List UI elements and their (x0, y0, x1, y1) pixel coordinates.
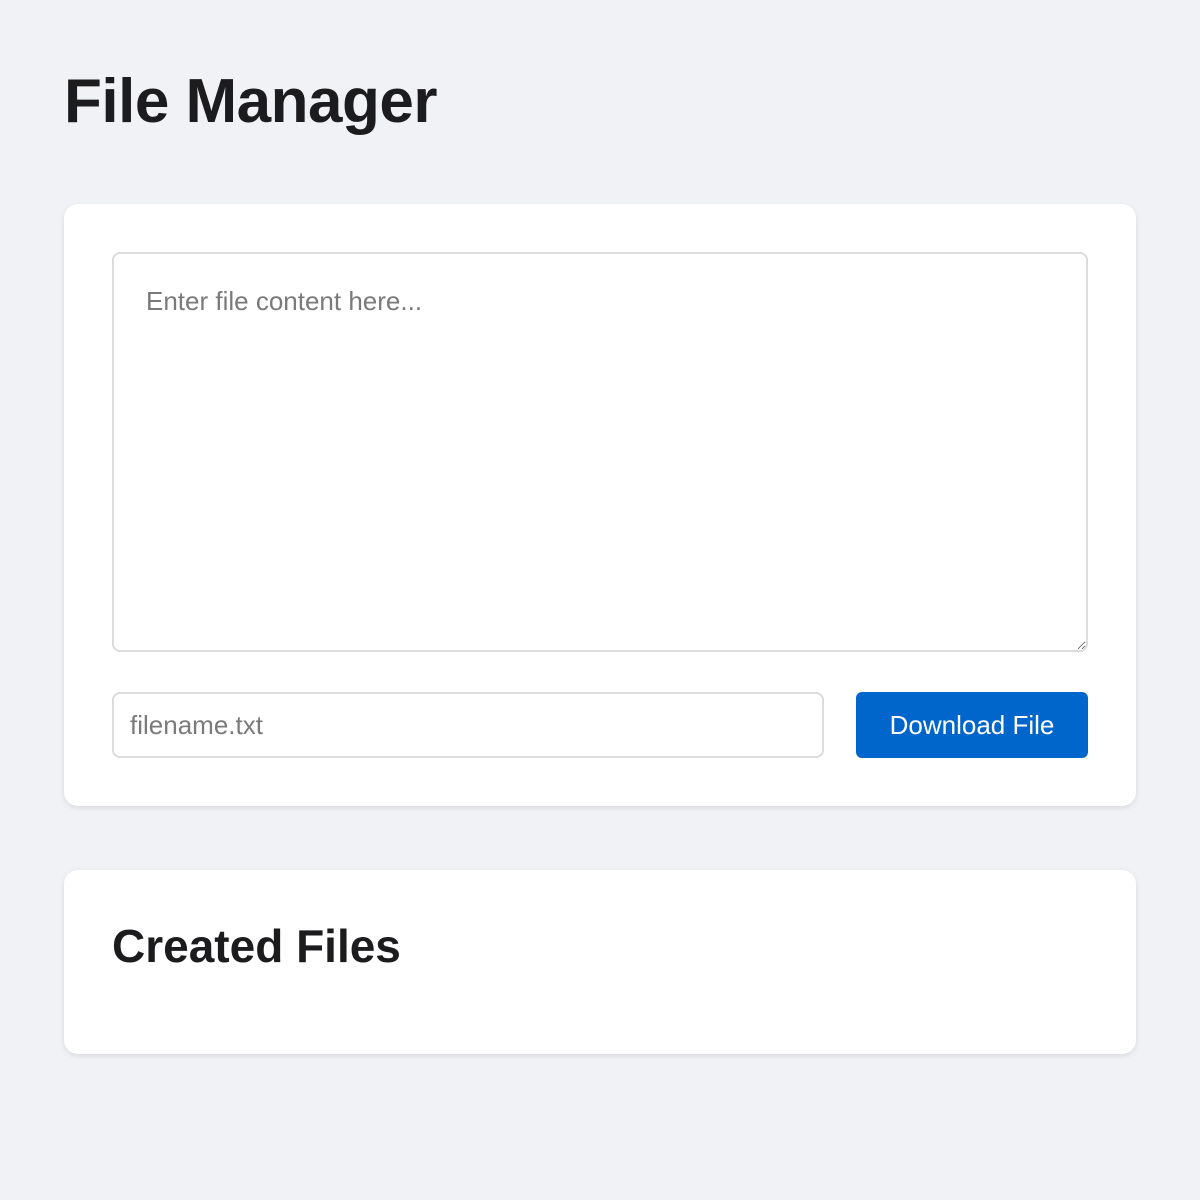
file-content-textarea[interactable] (112, 252, 1088, 652)
filename-input[interactable] (112, 692, 824, 758)
page-title: File Manager (64, 67, 438, 136)
download-file-button[interactable]: Download File (856, 692, 1088, 758)
editor-card: Download File (64, 204, 1136, 806)
created-files-card: Created Files (64, 870, 1136, 1054)
created-files-title: Created Files (112, 920, 401, 972)
